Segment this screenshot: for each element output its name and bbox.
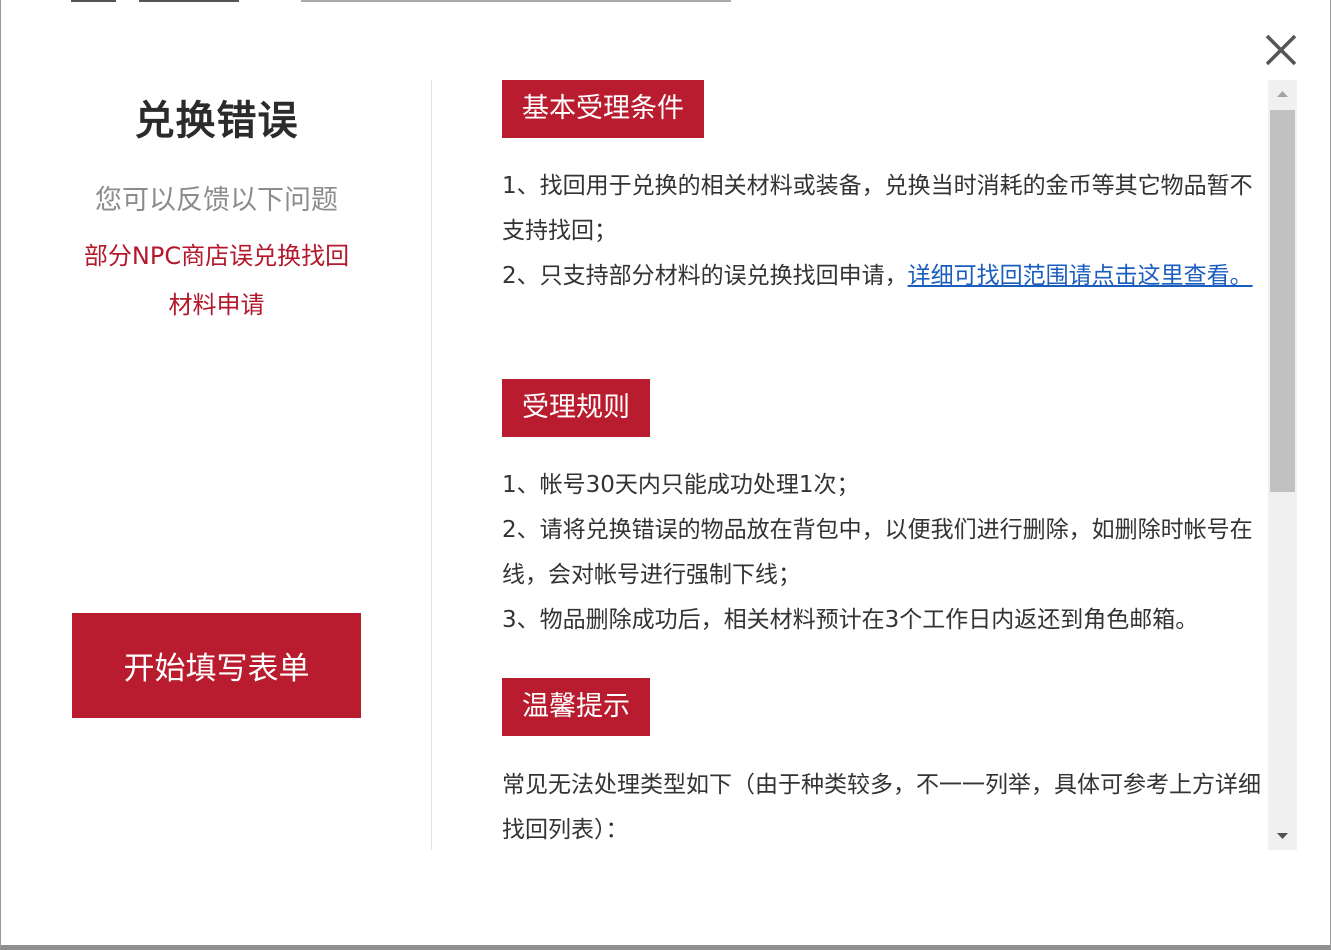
condition-item-2-text: 2、只支持部分材料的误兑换找回申请， [502,263,908,289]
tips-text: 常见无法处理类型如下（由于种类较多，不一一列举，具体可参考上方详细找回列表）： [502,763,1266,850]
rules-text: 1、帐号30天内只能成功处理1次； 2、请将兑换错误的物品放在背包中，以便我们进… [502,463,1262,643]
rule-item-1: 1、帐号30天内只能成功处理1次； [502,472,860,498]
issue-type-text: 部分NPC商店误兑换找回 材料申请 [61,232,372,330]
feedback-subtitle: 您可以反馈以下问题 [95,185,338,216]
recovery-scope-link[interactable]: 详细可找回范围请点击这里查看。 [908,263,1253,289]
tip-item-1: 常见无法处理类型如下（由于种类较多，不一一列举，具体可参考上方详细找回列表）： [502,772,1261,843]
rule-item-3: 3、物品删除成功后，相关材料预计在3个工作日内返还到角色邮箱。 [502,607,1199,633]
rules-content: 基本受理条件 1、找回用于兑换的相关材料或装备，兑换当时消耗的金币等其它物品暂不… [502,80,1266,850]
issue-line-1: 部分NPC商店误兑换找回 [83,242,350,270]
sidebar-panel: 兑换错误 您可以反馈以下问题 部分NPC商店误兑换找回 材料申请 开始填写表单 [1,80,432,850]
section-heading: 基本受理条件 [502,80,704,138]
condition-item-2: 2、只支持部分材料的误兑换找回申请，详细可找回范围请点击这里查看。 [502,254,1262,299]
page-title: 兑换错误 [134,98,299,144]
exchange-error-dialog: 兑换错误 您可以反馈以下问题 部分NPC商店误兑换找回 材料申请 开始填写表单 … [0,0,1331,950]
section-basic-conditions: 基本受理条件 [502,80,704,138]
close-icon[interactable] [1261,30,1301,70]
section-rules: 受理规则 [502,379,650,437]
section-heading: 受理规则 [502,379,650,437]
start-form-button[interactable]: 开始填写表单 [72,613,361,718]
scroll-up-arrow-icon[interactable] [1268,80,1297,108]
issue-line-2: 材料申请 [168,291,265,319]
scroll-down-arrow-icon[interactable] [1268,822,1297,850]
scrollbar-thumb[interactable] [1270,110,1295,492]
condition-item-1: 1、找回用于兑换的相关材料或装备，兑换当时消耗的金币等其它物品暂不支持找回； [502,173,1253,244]
content-scrollbar[interactable] [1268,80,1297,850]
basic-conditions-text: 1、找回用于兑换的相关材料或装备，兑换当时消耗的金币等其它物品暂不支持找回； 2… [502,164,1262,299]
section-heading: 温馨提示 [502,678,650,736]
section-tips: 温馨提示 [502,678,650,736]
rule-item-2: 2、请将兑换错误的物品放在背包中，以便我们进行删除，如删除时帐号在线，会对帐号进… [502,517,1253,588]
cropped-header-strip [71,0,731,3]
